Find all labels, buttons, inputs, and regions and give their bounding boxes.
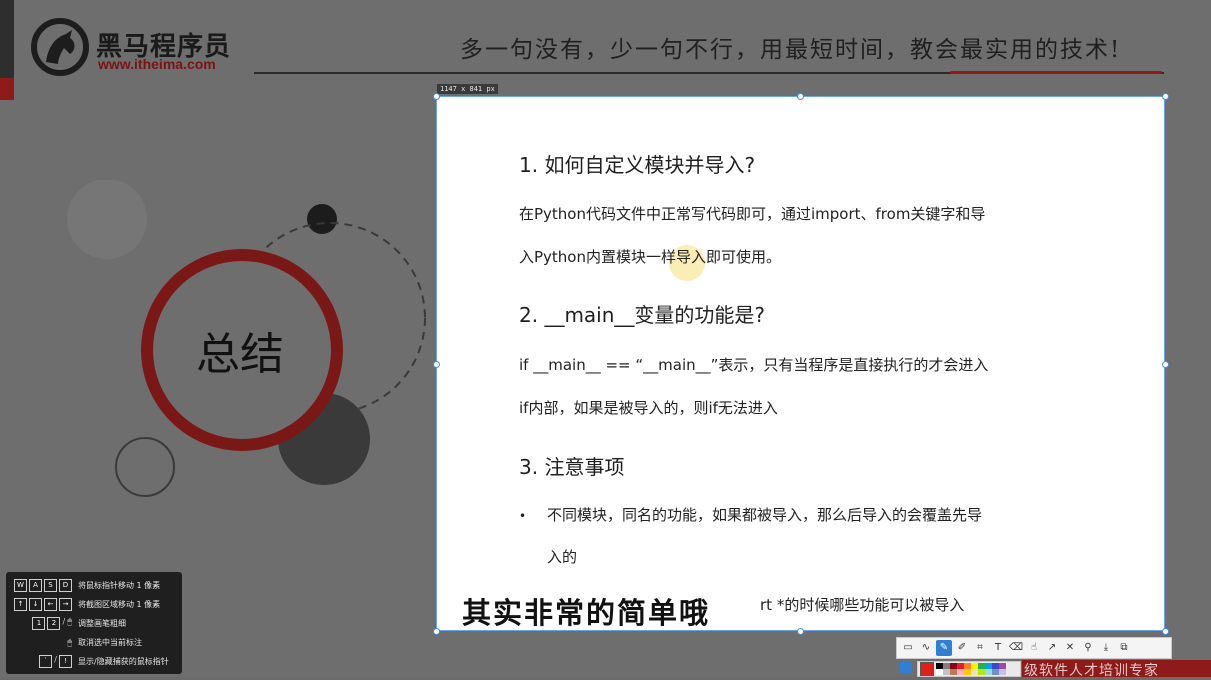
- shortcut-label: 显示/隐藏捕获的鼠标指针: [78, 657, 169, 666]
- shortcut-label: 将截图区域移动 1 像素: [78, 600, 161, 609]
- key-separator: /: [62, 617, 66, 626]
- header-slogan: 多一句没有，少一句不行，用最短时间，教会最实用的技术!: [460, 37, 1122, 63]
- mouse-click-icon: 🖱: [67, 637, 72, 647]
- deco-circle-dark-small: [307, 204, 337, 234]
- resize-handle-e[interactable]: [1162, 361, 1169, 368]
- answer-2-line-2: if内部，如果是被导入的，则if无法进入: [519, 399, 778, 417]
- key-w: W: [14, 579, 27, 592]
- eraser-icon[interactable]: ⌫: [1008, 640, 1024, 656]
- note-2-partial: rt *的时候哪些功能可以被导入: [760, 596, 965, 614]
- shortcut-row: 🖱 取消选中当前标注: [6, 633, 182, 652]
- resize-handle-s[interactable]: [797, 628, 804, 635]
- shortcut-label: 将鼠标指针移动 1 像素: [78, 581, 161, 590]
- video-subtitle: 其实非常的简单哦: [461, 595, 711, 631]
- shortcut-label: 取消选中当前标注: [78, 638, 142, 647]
- color-swatch[interactable]: [957, 669, 964, 675]
- copy-icon[interactable]: ⧉: [1116, 640, 1132, 656]
- summary-title: 总结: [196, 329, 284, 380]
- key-right: →: [59, 598, 72, 611]
- current-color-swatch[interactable]: [920, 662, 934, 676]
- left-accent-red: [0, 78, 14, 100]
- color-swatch[interactable]: [950, 669, 957, 675]
- color-swatch[interactable]: [978, 669, 985, 675]
- color-swatch[interactable]: [943, 669, 950, 675]
- color-swatch[interactable]: [964, 669, 971, 675]
- palette-grid: [936, 663, 1006, 675]
- pointer-icon[interactable]: ☝: [1026, 640, 1042, 656]
- color-swatch[interactable]: [985, 669, 992, 675]
- shortcut-label: 调整画笔粗细: [78, 619, 126, 628]
- question-2-heading: 2. __main__变量的功能是?: [519, 303, 766, 327]
- brand-url: www.itheima.com: [98, 56, 216, 72]
- line-icon[interactable]: ∿: [918, 640, 934, 656]
- header-divider-accent: [950, 71, 1162, 74]
- key-left: ←: [44, 598, 57, 611]
- mouse-wheel-icon: 🖱: [67, 617, 72, 626]
- shortcut-row: W A S D 将鼠标指针移动 1 像素: [6, 576, 182, 595]
- question-1-heading: 1. 如何自定义模块并导入?: [519, 153, 756, 177]
- key-exclaim: !: [59, 655, 72, 668]
- rect-select-icon[interactable]: ▭: [900, 640, 916, 656]
- question-3-heading: 3. 注意事项: [519, 455, 625, 479]
- color-swatch[interactable]: [971, 669, 978, 675]
- highlighter-icon[interactable]: ✐: [954, 640, 970, 656]
- shortcut-row: ` / ! 显示/隐藏捕获的鼠标指针: [6, 652, 182, 671]
- key-d: D: [59, 579, 72, 592]
- resize-handle-nw[interactable]: [433, 93, 440, 100]
- arrow-icon[interactable]: ↗: [1044, 640, 1060, 656]
- key-down: ↓: [29, 598, 42, 611]
- resize-handle-n[interactable]: [797, 93, 804, 100]
- resize-handle-sw[interactable]: [433, 628, 440, 635]
- key-s: S: [44, 579, 57, 592]
- key-separator: /: [54, 655, 57, 664]
- key-2: 2: [47, 617, 61, 630]
- answer-2-line-1: if __main__ == “__main__”表示，只有当程序是直接执行的才…: [519, 356, 989, 374]
- horse-logo-icon: [31, 18, 89, 76]
- color-swatch[interactable]: [936, 669, 943, 675]
- footer-text: 级软件人才培训专家: [1024, 663, 1159, 679]
- close-icon[interactable]: ✕: [1062, 640, 1078, 656]
- key-1: 1: [32, 617, 46, 630]
- pen-icon[interactable]: ✎: [936, 640, 952, 656]
- answer-1-line-2: 入Python内置模块一样导入即可使用。: [519, 248, 781, 266]
- color-swatch[interactable]: [999, 669, 1006, 675]
- deco-circle-outline: [115, 437, 175, 497]
- pin-icon[interactable]: ⚲: [1080, 640, 1096, 656]
- color-swatch[interactable]: [992, 669, 999, 675]
- resize-handle-w[interactable]: [433, 361, 440, 368]
- resize-handle-ne[interactable]: [1162, 93, 1169, 100]
- screenshot-selection-area[interactable]: 1. 如何自定义模块并导入? 在Python代码文件中正常写代码即可，通过imp…: [436, 96, 1165, 631]
- key-up: ↑: [14, 598, 27, 611]
- key-a: A: [29, 579, 42, 592]
- color-picker-toggle[interactable]: [900, 661, 912, 673]
- deco-circle-light: [67, 180, 147, 259]
- selection-size-label: 1147 x 841 px: [437, 84, 498, 94]
- crop-icon[interactable]: ⌗: [972, 640, 988, 656]
- shortcut-help-panel: W A S D 将鼠标指针移动 1 像素 ↑ ↓ ← → 将截图区域移动 1 像…: [6, 572, 182, 674]
- resize-handle-se[interactable]: [1162, 628, 1169, 635]
- note-1-line-2: 入的: [547, 548, 578, 566]
- shortcut-row: ↑ ↓ ← → 将截图区域移动 1 像素: [6, 595, 182, 614]
- shortcut-row: 1 2 / 🖱 调整画笔粗细: [6, 614, 182, 633]
- bullet-dot: •: [519, 509, 527, 523]
- key-backtick: `: [39, 655, 53, 668]
- color-palette: [917, 661, 1021, 677]
- note-1-line-1: 不同模块，同名的功能，如果都被导入，那么后导入的会覆盖先导: [547, 506, 983, 524]
- save-icon[interactable]: ⤓: [1098, 640, 1114, 656]
- screenshot-toolbar: ▭ ∿ ✎ ✐ ⌗ T ⌫ ☝ ↗ ✕ ⚲ ⤓ ⧉: [896, 637, 1172, 659]
- text-icon[interactable]: T: [990, 640, 1006, 656]
- answer-1-line-1: 在Python代码文件中正常写代码即可，通过import、from关键字和导: [519, 205, 986, 223]
